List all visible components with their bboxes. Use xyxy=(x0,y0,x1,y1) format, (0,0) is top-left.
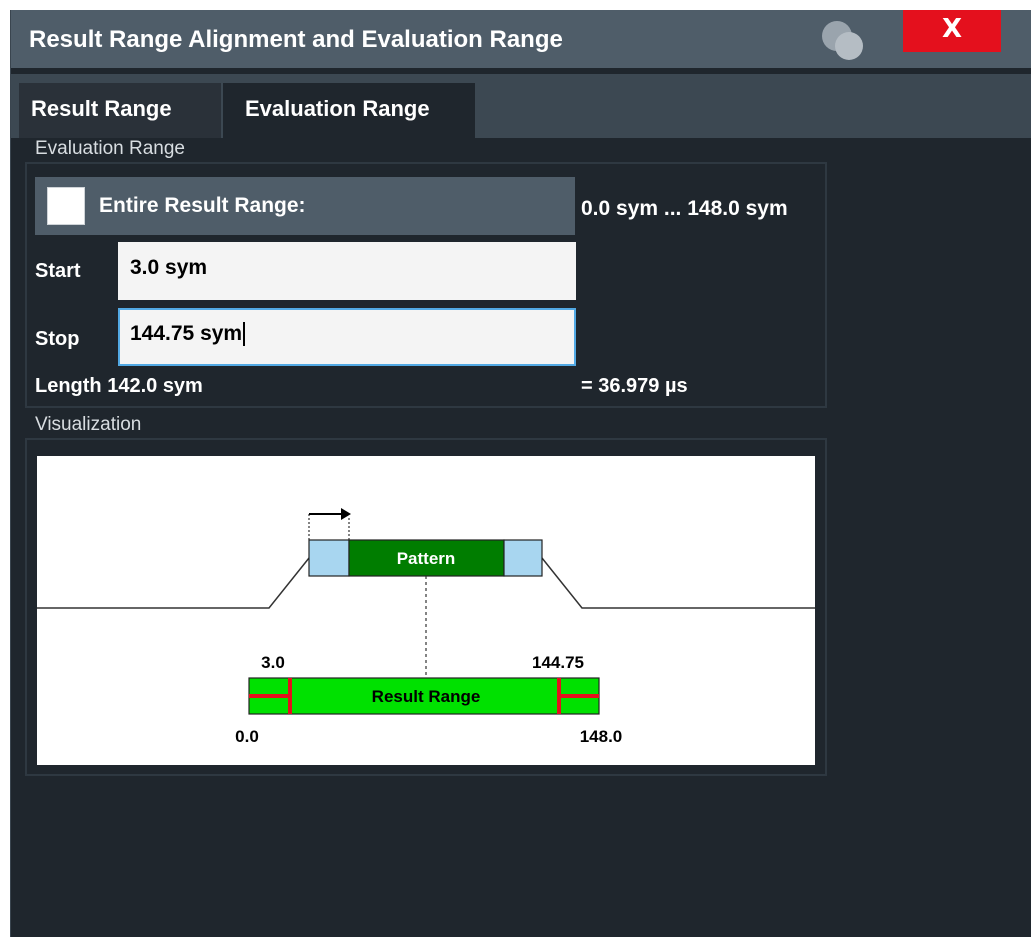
result-range-span: 0.0 sym ... 148.0 sym xyxy=(581,197,788,220)
signal-baseline xyxy=(37,557,310,609)
title-bar: Result Range Alignment and Evaluation Ra… xyxy=(11,10,1031,68)
start-input[interactable]: 3.0 sym xyxy=(118,242,576,300)
stop-input[interactable]: 144.75 sym xyxy=(118,308,576,366)
dialog-title: Result Range Alignment and Evaluation Ra… xyxy=(29,26,563,53)
entire-result-range-checkbox[interactable] xyxy=(47,187,85,225)
pattern-label: Pattern xyxy=(397,549,456,568)
signal-baseline-right xyxy=(541,557,815,609)
visualization-diagram: Pattern Result Range 3.0 144.75 0.0 148.… xyxy=(37,456,815,765)
close-button[interactable]: X xyxy=(903,10,1001,52)
tab-evaluation-range[interactable]: Evaluation Range xyxy=(223,83,475,140)
close-icon: X xyxy=(941,14,963,44)
logo-icon xyxy=(822,21,863,60)
length-readout: Length 142.0 sym xyxy=(35,375,203,397)
pattern-edge-left xyxy=(308,539,350,577)
range-max-label: 148.0 xyxy=(580,727,623,746)
entire-result-range-toggle[interactable]: Entire Result Range: xyxy=(35,177,575,235)
start-label: Start xyxy=(35,260,81,282)
dialog: Result Range Alignment and Evaluation Ra… xyxy=(10,10,1031,937)
pattern-edge-right xyxy=(503,539,543,577)
entire-result-range-label: Entire Result Range: xyxy=(99,194,306,217)
tab-result-range[interactable]: Result Range xyxy=(19,83,221,138)
stop-input-value: 144.75 sym xyxy=(130,322,243,345)
visualization-svg: Pattern Result Range 3.0 144.75 0.0 148.… xyxy=(37,508,815,746)
result-range-label: Result Range xyxy=(372,687,481,706)
duration-readout: = 36.979 µs xyxy=(581,375,688,397)
text-caret xyxy=(243,322,246,347)
stop-label: Stop xyxy=(35,328,80,350)
stop-marker-label: 144.75 xyxy=(532,653,584,672)
range-min-label: 0.0 xyxy=(235,727,259,746)
evaluation-range-group-label: Evaluation Range xyxy=(35,138,185,159)
start-marker-label: 3.0 xyxy=(261,653,285,672)
visualization-group-label: Visualization xyxy=(35,414,142,435)
